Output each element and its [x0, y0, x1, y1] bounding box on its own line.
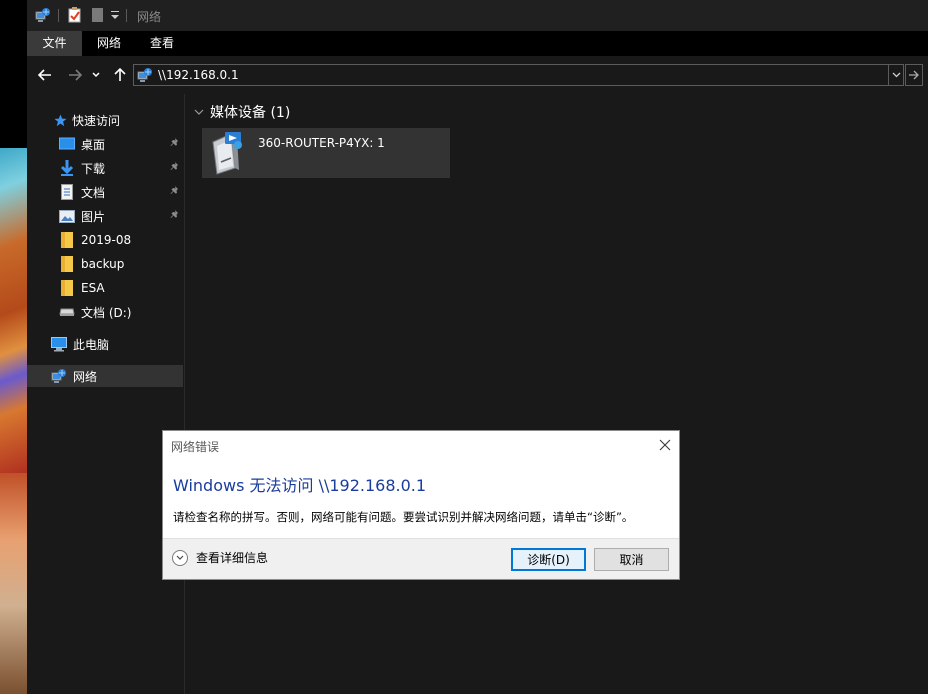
close-icon[interactable] — [657, 437, 673, 453]
sidebar-item-label: 桌面 — [81, 137, 106, 152]
address-dropdown-button[interactable] — [889, 64, 904, 86]
chevron-down-icon — [92, 72, 100, 78]
content-pane: 媒体设备 (1) 360-ROUTER-P4YX: 1 — [185, 94, 928, 694]
pictures-icon — [59, 208, 75, 224]
pin-icon[interactable] — [169, 161, 181, 175]
pin-icon[interactable] — [169, 209, 181, 223]
properties-icon[interactable] — [67, 7, 83, 26]
download-icon — [59, 160, 75, 176]
network-icon — [51, 368, 67, 384]
toolbar-separator — [126, 9, 127, 22]
dialog-footer: 查看详细信息 诊断(D) 取消 — [163, 538, 679, 579]
sidebar-item-label: 快速访问 — [72, 113, 121, 128]
computer-icon — [51, 336, 67, 352]
sidebar-item-label: 2019-08 — [81, 233, 132, 247]
media-device-icon — [209, 130, 243, 179]
ribbon-tabs: 文件 网络 查看 — [27, 31, 928, 56]
sidebar-item-label: 网络 — [73, 369, 98, 384]
group-header[interactable]: 媒体设备 (1) — [194, 102, 290, 122]
device-item[interactable]: 360-ROUTER-P4YX: 1 — [202, 128, 450, 178]
customize-dropdown-icon[interactable] — [110, 9, 120, 24]
chevron-down-icon[interactable] — [172, 549, 188, 566]
sidebar-item-label: 图片 — [81, 209, 106, 224]
window-title: 网络 — [137, 10, 162, 24]
go-button[interactable] — [905, 64, 923, 86]
new-folder-icon[interactable] — [90, 7, 106, 26]
sidebar-item-label: 文档 — [81, 185, 106, 200]
network-icon[interactable] — [35, 7, 51, 26]
navigation-pane: 快速访问 桌面 下载 文档 图片 2019-08 backup ESA 文档 (… — [27, 94, 185, 694]
dialog-message: 请检查名称的拼写。否则，网络可能有问题。要尝试识别并解决网络问题，请单击“诊断”… — [173, 510, 634, 524]
pin-icon[interactable] — [169, 137, 181, 151]
arrow-left-icon — [38, 69, 51, 81]
sidebar-item-label: ESA — [81, 281, 105, 295]
dialog-title: 网络错误 — [171, 440, 220, 454]
drive-icon — [59, 304, 75, 320]
folder-icon — [59, 232, 75, 248]
group-header-label: 媒体设备 (1) — [210, 105, 291, 121]
title-bar: 网络 — [27, 0, 928, 31]
desktop-icon — [59, 136, 75, 152]
arrow-right-icon — [909, 70, 919, 80]
network-error-dialog: 网络错误 Windows 无法访问 \\192.168.0.1 请检查名称的拼写… — [162, 430, 680, 580]
recent-locations-button[interactable] — [90, 65, 102, 85]
toolbar-separator — [58, 9, 59, 22]
navigation-bar: \\192.168.0.1 — [27, 56, 928, 94]
sidebar-item-network[interactable]: 网络 — [27, 365, 183, 387]
arrow-right-icon — [69, 69, 82, 81]
tab-network[interactable]: 网络 — [82, 31, 136, 56]
network-icon — [137, 67, 153, 86]
up-button[interactable] — [110, 65, 130, 85]
folder-icon — [59, 256, 75, 272]
sidebar-item-label: backup — [81, 257, 125, 271]
tab-file[interactable]: 文件 — [27, 31, 82, 56]
folder-icon — [59, 280, 75, 296]
back-button[interactable] — [35, 65, 55, 85]
view-details-label: 查看详细信息 — [196, 551, 269, 565]
cancel-button[interactable]: 取消 — [594, 548, 669, 571]
sidebar-item-label: 文档 (D:) — [81, 305, 132, 320]
address-text[interactable]: \\192.168.0.1 — [158, 68, 239, 82]
desktop-wallpaper — [0, 148, 27, 473]
desktop-wallpaper-lower — [0, 473, 27, 694]
arrow-up-icon — [114, 68, 126, 81]
address-bar[interactable]: \\192.168.0.1 — [133, 64, 889, 86]
documents-icon — [59, 184, 75, 200]
file-explorer-window: 网络 文件 网络 查看 \\192.168.0.1 快速访问 桌面 下载 文档 … — [27, 0, 928, 694]
device-label: 360-ROUTER-P4YX: 1 — [258, 136, 385, 150]
sidebar-item-label: 下载 — [81, 161, 106, 176]
chevron-down-icon — [892, 72, 900, 78]
tab-view[interactable]: 查看 — [136, 31, 188, 56]
sidebar-item-this-pc[interactable]: 此电脑 — [27, 333, 207, 355]
pin-icon[interactable] — [169, 185, 181, 199]
chevron-down-icon — [194, 104, 204, 120]
forward-button[interactable] — [65, 65, 85, 85]
view-details-toggle[interactable]: 查看详细信息 — [172, 549, 268, 566]
star-icon — [53, 112, 67, 128]
diagnose-button[interactable]: 诊断(D) — [511, 548, 586, 571]
sidebar-item-label: 此电脑 — [73, 337, 110, 352]
sidebar-item-quick-access[interactable]: 快速访问 — [27, 109, 209, 131]
dialog-heading: Windows 无法访问 \\192.168.0.1 — [173, 476, 427, 495]
